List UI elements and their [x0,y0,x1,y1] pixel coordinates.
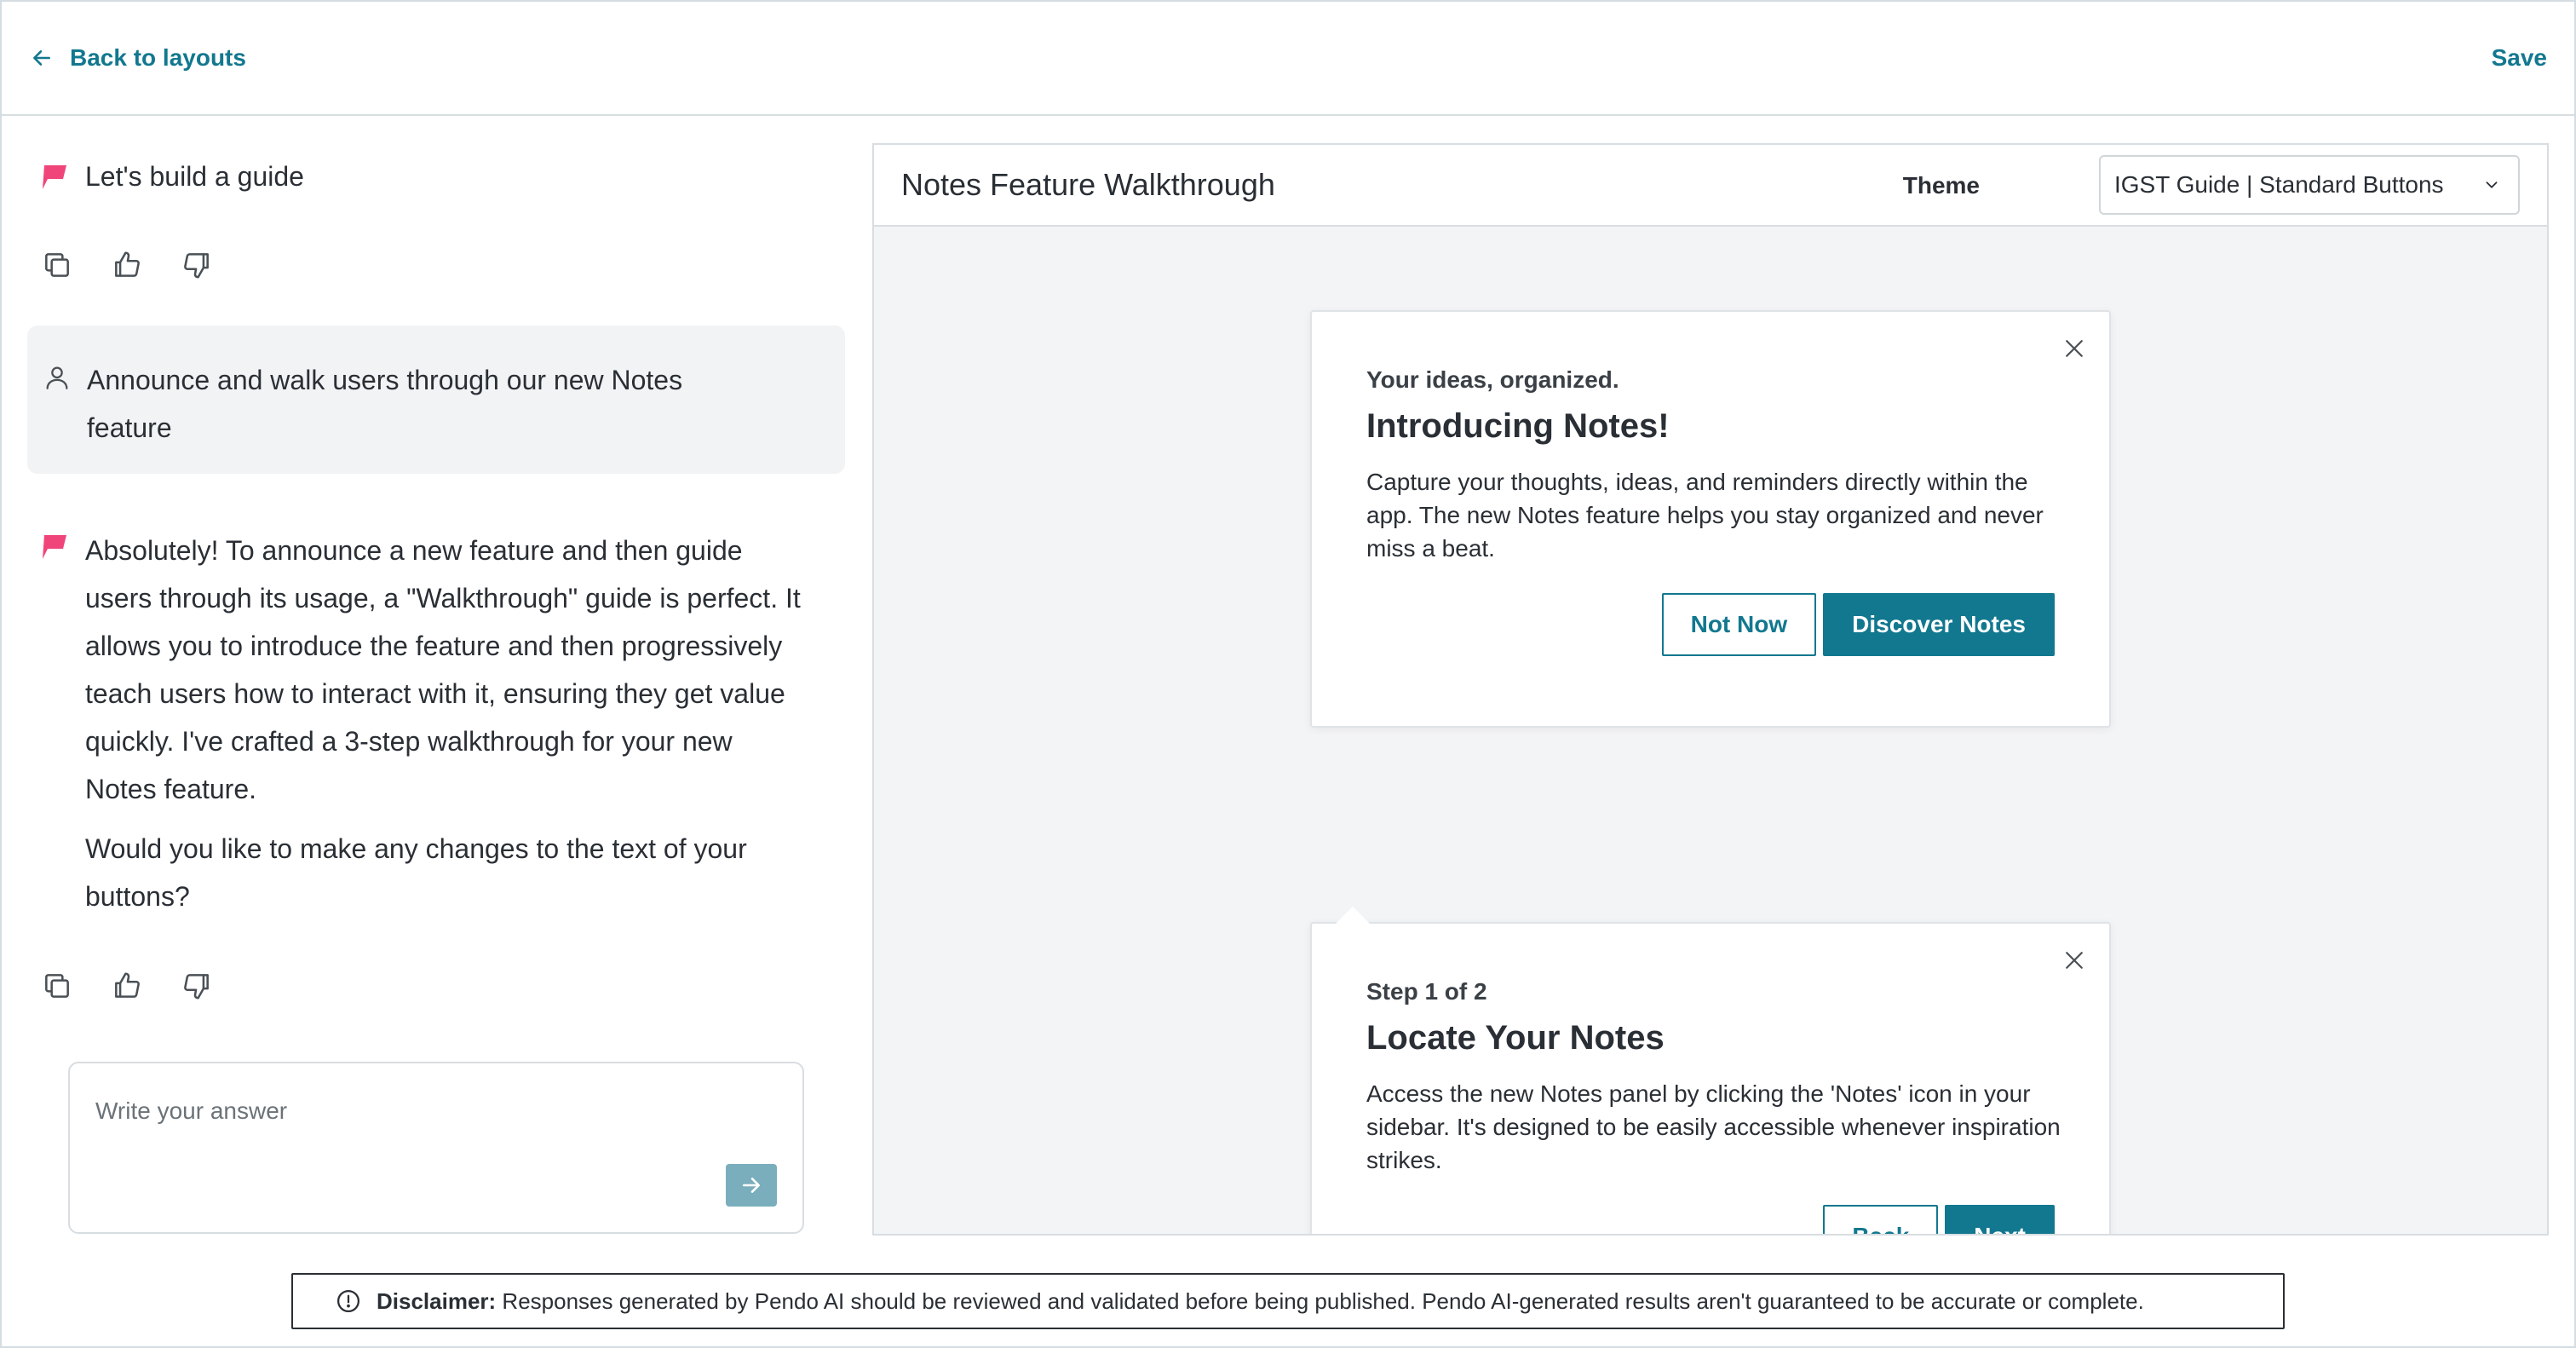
message-feedback [41,249,213,281]
back-link-label: Back to layouts [70,44,246,71]
pendo-logo-icon [43,165,66,189]
disclaimer-body: Responses generated by Pendo AI should b… [502,1288,2144,1314]
ai-message-text: Absolutely! To announce a new feature an… [85,527,801,920]
card-title: Locate Your Notes [1366,1019,1665,1057]
arrow-right-icon [743,1178,760,1193]
thumbs-down-icon[interactable] [181,249,213,281]
user-message-text: Announce and walk users through our new … [87,365,683,443]
info-circle-icon [337,1290,359,1312]
disclaimer-banner: Disclaimer: Responses generated by Pendo… [291,1273,2285,1329]
ai-message: Absolutely! To announce a new feature an… [39,527,806,920]
copy-icon[interactable] [41,249,73,281]
tooltip-caret [1336,907,1370,924]
ai-message-paragraph: Absolutely! To announce a new feature an… [85,535,801,804]
close-icon[interactable] [2061,948,2087,973]
send-button[interactable] [726,1164,777,1207]
copy-icon[interactable] [41,970,73,1002]
theme-dropdown-value: IGST Guide | Standard Buttons [2114,171,2444,198]
answer-box [68,1062,804,1234]
chat-panel: Let's build a guide Announce and walk us… [0,118,860,1259]
card-body: Capture your thoughts, ideas, and remind… [1366,469,2044,562]
card-buttons: Not Now Discover Notes [1661,593,2055,656]
ai-message-text: Let's build a guide [85,161,304,192]
message-feedback [41,970,213,1002]
answer-input[interactable] [95,1094,760,1128]
back-to-layouts-link[interactable]: Back to layouts [31,43,246,73]
save-button[interactable]: Save [2492,43,2547,73]
card-eyebrow: Step 1 of 2 [1366,978,1487,1005]
guide-title: Notes Feature Walkthrough [901,167,1275,202]
not-now-button[interactable]: Not Now [1661,593,1817,656]
card-buttons: Back Next [1823,1205,2055,1234]
theme-dropdown[interactable]: IGST Guide | Standard Buttons [2099,155,2520,215]
next-button[interactable]: Next [1945,1205,2055,1234]
top-bar: Back to layouts Save [2,2,2574,116]
pendo-logo-icon [43,535,66,559]
guide-step-card: Your ideas, organized. Introducing Notes… [1310,310,2111,728]
guide-step-card: Step 1 of 2 Locate Your Notes Access the… [1310,907,2111,1234]
guide-preview-panel: Notes Feature Walkthrough Theme IGST Gui… [872,143,2549,1236]
chevron-down-icon [2486,181,2498,188]
theme-label: Theme [1902,172,1980,199]
card-title: Introducing Notes! [1366,407,1670,445]
user-message: Announce and walk users through our new … [27,325,845,474]
preview-header: Notes Feature Walkthrough Theme IGST Gui… [874,145,2547,227]
disclaimer-text: Disclaimer: Responses generated by Pendo… [377,1288,2144,1315]
disclaimer-label: Disclaimer: [377,1288,497,1314]
card-eyebrow: Your ideas, organized. [1366,366,1619,393]
thumbs-up-icon[interactable] [111,249,143,281]
ai-message-paragraph: Would you like to make any changes to th… [85,833,747,912]
back-button[interactable]: Back [1823,1205,1939,1234]
thumbs-down-icon[interactable] [181,970,213,1002]
arrow-left-icon [33,50,50,66]
close-icon[interactable] [2061,336,2087,361]
ai-message: Let's build a guide [39,157,304,196]
card-body: Access the new Notes panel by clicking t… [1366,1080,2061,1173]
user-icon [46,366,68,389]
discover-notes-button[interactable]: Discover Notes [1823,593,2055,656]
thumbs-up-icon[interactable] [111,970,143,1002]
